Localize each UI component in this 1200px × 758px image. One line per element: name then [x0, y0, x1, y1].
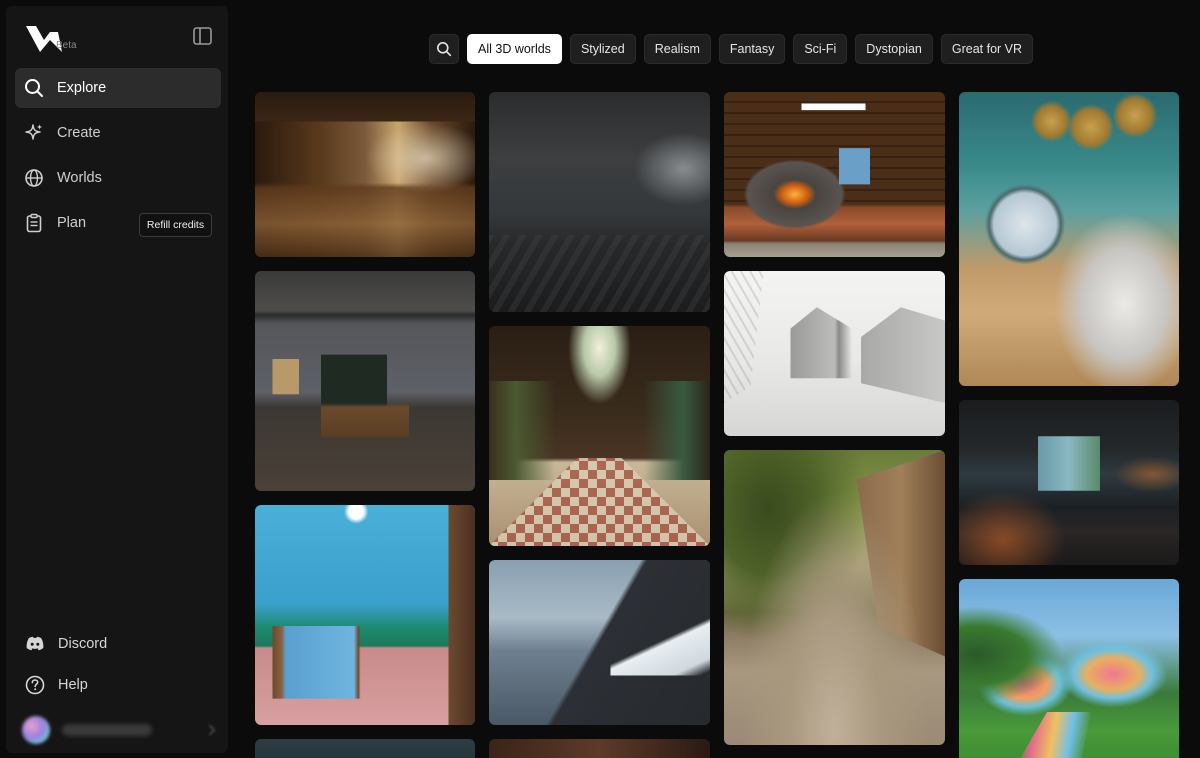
globe-icon	[23, 167, 45, 189]
filter-chip-great-for-vr[interactable]: Great for VR	[940, 34, 1034, 64]
nav-item-label: Explore	[57, 80, 107, 96]
beta-label: Beta	[56, 40, 77, 51]
nav-item-label: Plan	[57, 215, 87, 231]
world-card-mountain-bunker[interactable]	[489, 560, 710, 725]
nav-item-plan[interactable]: Plan	[15, 203, 135, 243]
world-card-arcade-atrium[interactable]	[489, 326, 710, 546]
help-link[interactable]: Help	[24, 672, 88, 698]
filter-chip-all-3d-worlds[interactable]: All 3D worlds	[467, 34, 562, 64]
category-filter-bar: All 3D worlds Stylized Realism Fantasy S…	[429, 34, 1034, 64]
search-icon	[437, 42, 452, 57]
search-icon	[23, 77, 45, 99]
help-label: Help	[58, 677, 88, 693]
search-button[interactable]	[429, 34, 459, 64]
world-card-classroom[interactable]	[255, 271, 475, 491]
nav-item-create[interactable]: Create	[15, 113, 221, 153]
discord-icon	[24, 633, 46, 655]
filter-chip-realism[interactable]: Realism	[643, 34, 711, 64]
world-thumbnail	[489, 739, 710, 758]
nav-item-explore[interactable]: Explore	[15, 68, 221, 108]
sparkle-icon	[23, 122, 45, 144]
help-icon	[24, 674, 46, 696]
sidebar: Beta Explore Create Worlds Plan Refill c…	[6, 6, 228, 753]
world-card-sketch-house[interactable]	[724, 271, 945, 436]
world-card-warm-interior[interactable]	[489, 739, 710, 758]
nav-item-worlds[interactable]: Worlds	[15, 158, 221, 198]
filter-chip-fantasy[interactable]: Fantasy	[718, 34, 786, 64]
filter-chip-sci-fi[interactable]: Sci-Fi	[793, 34, 848, 64]
discord-label: Discord	[58, 636, 108, 652]
world-card-surreal-bedroom[interactable]	[959, 92, 1179, 386]
discord-link[interactable]: Discord	[24, 631, 107, 657]
world-card-log-cabin[interactable]	[724, 92, 945, 257]
world-card-kitchen[interactable]	[255, 92, 475, 257]
world-card-whimsical-garden[interactable]	[959, 579, 1179, 758]
nav-item-label: Create	[57, 125, 101, 141]
filter-chip-dystopian[interactable]: Dystopian	[855, 34, 933, 64]
clipboard-icon	[23, 212, 45, 234]
world-card-blue-bedroom[interactable]	[255, 505, 475, 725]
world-card-loft-office[interactable]	[959, 400, 1179, 565]
world-card-ruined-hall[interactable]	[489, 92, 710, 312]
nav-item-label: Worlds	[57, 170, 102, 186]
world-card-courtyard[interactable]	[724, 450, 945, 745]
user-account-menu[interactable]	[16, 712, 222, 748]
world-card-teal-ceiling[interactable]	[255, 739, 475, 758]
filter-chip-stylized[interactable]: Stylized	[569, 34, 636, 64]
world-thumbnail	[255, 739, 475, 758]
chevron-right-icon	[204, 724, 216, 736]
sidebar-toggle-button[interactable]	[192, 26, 214, 46]
avatar	[22, 716, 50, 744]
username-redacted	[62, 724, 152, 736]
sidebar-panel-icon	[193, 27, 212, 45]
refill-credits-button[interactable]: Refill credits	[139, 213, 212, 237]
